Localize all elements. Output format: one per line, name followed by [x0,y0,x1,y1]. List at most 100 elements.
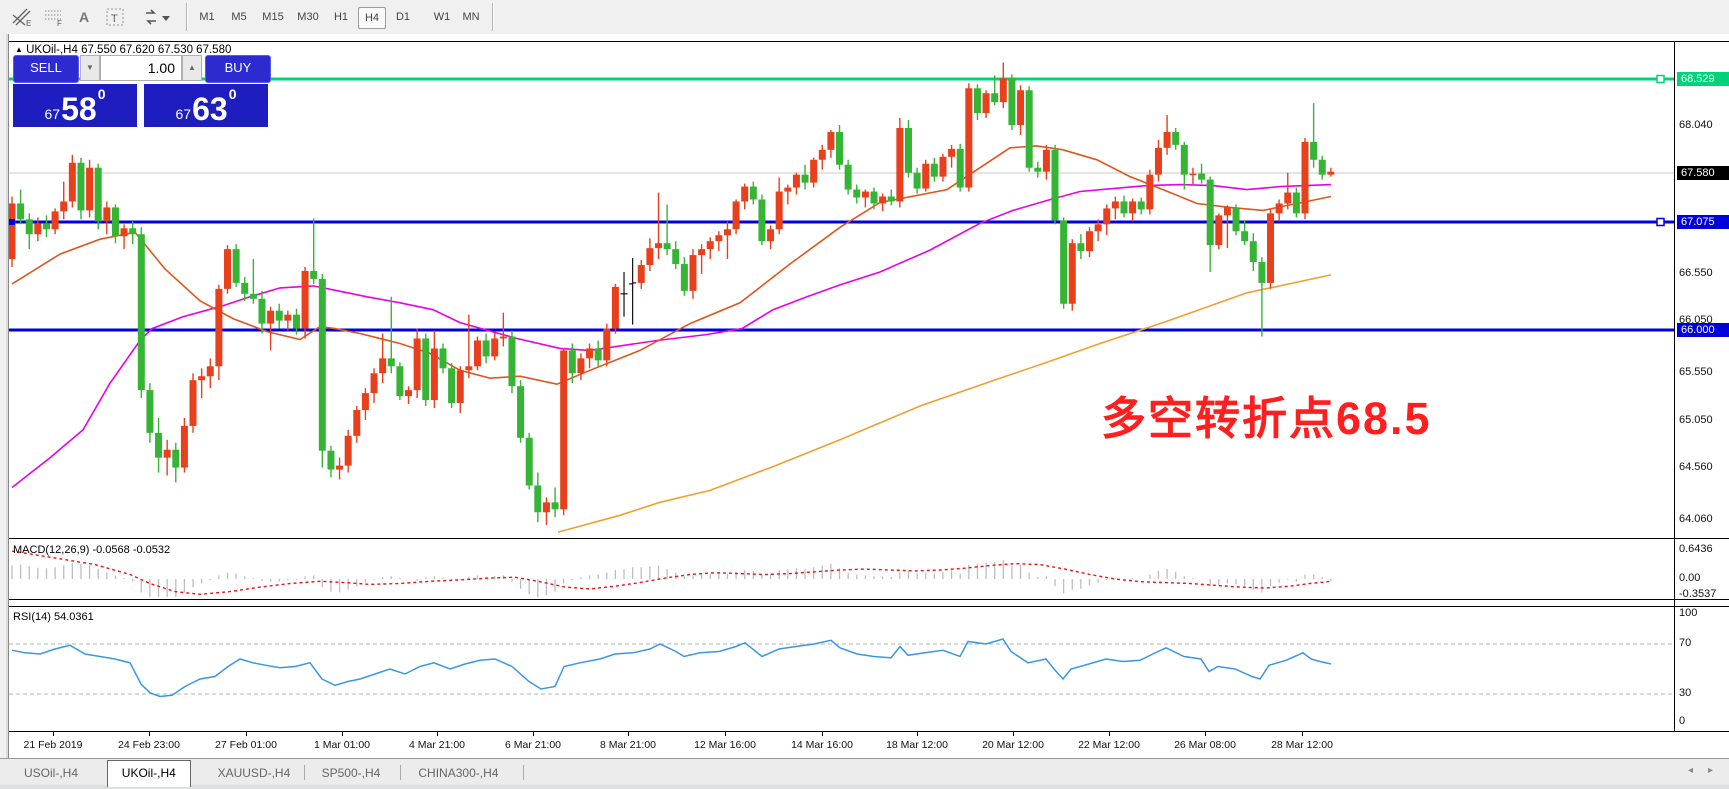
chart-tab-bar: ◂ ▸ USOil-,H4 UKOil-,H4 XAUUSD-,H4SP500-,H… [0,758,1729,786]
tf-h4[interactable]: H4 [358,7,386,29]
time-label: 14 Mar 16:00 [791,739,853,751]
rsi-tick: 0 [1679,715,1685,727]
line-handle [1657,219,1664,226]
volume-input[interactable] [100,55,182,81]
tf-h1[interactable]: H1 [330,7,352,27]
time-label: 4 Mar 21:00 [409,739,465,751]
time-label: 12 Mar 16:00 [694,739,756,751]
rsi-label: RSI(14) 54.0361 [13,611,94,623]
tf-m5[interactable]: M5 [228,7,250,27]
price-box-level-blue: 66.000 [1677,323,1729,337]
tab-separator [400,765,401,780]
toolbar-separator [492,3,493,31]
time-tick [628,732,629,736]
tab-usoilh4[interactable]: USOil-,H4 [10,761,92,785]
buy-price-sup: 0 [229,86,237,102]
time-tick [725,732,726,736]
macd-tick: 0.6436 [1679,543,1713,555]
window-edge [0,34,9,789]
crosshair-draw-icon[interactable]: E [10,6,34,28]
volume-down-button[interactable]: ▼ [80,55,100,81]
mt4-terminal: E F A T M1 M5 M15 M30 H1 H4 D1 W1 MN [0,0,1729,789]
time-label: 28 Mar 12:00 [1271,739,1333,751]
price-tick: 64.060 [1679,513,1713,525]
svg-text:T: T [111,13,118,25]
time-tick [533,732,534,736]
buy-price-display[interactable]: 67630 [144,84,268,127]
svg-text:E: E [26,19,31,27]
buy-price-big: 63 [192,94,228,124]
sell-price-prefix: 67 [45,106,61,122]
chart-annotation-text[interactable]: 多空转折点68.5 [1101,382,1432,447]
tab-separator [523,765,524,780]
line-handle [1657,76,1664,83]
text-a-icon[interactable]: A [76,6,92,28]
tab-xauusdh4[interactable]: XAUUSD-,H4 [204,761,305,785]
tab-separator [304,765,305,780]
tab-ukoilh4[interactable]: UKOil-,H4 [107,760,191,787]
tab-scroll-right-icon[interactable]: ▸ [1708,765,1713,776]
time-label: 24 Feb 23:00 [118,739,180,751]
time-tick [1013,732,1014,736]
tab-sp500h4[interactable]: SP500-,H4 [308,761,395,785]
rsi-tick: 70 [1679,637,1691,649]
time-label: 8 Mar 21:00 [600,739,656,751]
sell-button[interactable]: SELL [13,55,79,83]
tf-w1[interactable]: W1 [430,7,454,27]
price-tick: 65.550 [1679,366,1713,378]
tf-m30[interactable]: M30 [294,7,322,27]
buy-button[interactable]: BUY [205,55,271,83]
price-box-bid-price: 67.580 [1677,166,1729,180]
time-label: 22 Mar 12:00 [1078,739,1140,751]
price-box-level-blue: 67.075 [1677,215,1729,229]
macd-label: MACD(12,26,9) -0.0568 -0.0532 [13,544,170,556]
tf-mn[interactable]: MN [458,7,484,27]
rsi-pane[interactable] [9,607,1674,731]
bottom-strip [0,785,1729,789]
time-tick [822,732,823,736]
one-click-trade-panel: SELL ▼ ▲ BUY 67580 67630 [13,55,269,129]
grid-icon[interactable]: F [42,6,66,28]
text-object-icon[interactable]: T [104,6,126,28]
time-tick [246,732,247,736]
time-label: 26 Mar 08:00 [1174,739,1236,751]
tf-m15[interactable]: M15 [259,7,287,27]
price-tick: 65.050 [1679,414,1713,426]
line-handle-left [9,219,15,225]
price-tick: 68.040 [1679,119,1713,131]
toolbar: E F A T M1 M5 M15 M30 H1 H4 D1 W1 MN [0,0,1729,35]
time-label: 6 Mar 21:00 [505,739,561,751]
time-tick [917,732,918,736]
time-tick [149,732,150,736]
sell-price-big: 58 [61,94,97,124]
price-axis-line [1674,41,1675,731]
tab-scroll-left-icon[interactable]: ◂ [1688,765,1693,776]
time-tick [1205,732,1206,736]
time-label: 27 Feb 01:00 [215,739,277,751]
time-tick [1109,732,1110,736]
tf-m1[interactable]: M1 [196,7,218,27]
rsi-tick: 30 [1679,687,1691,699]
toolbar-separator [186,3,187,31]
sell-price-display[interactable]: 67580 [13,84,137,127]
collapse-triangle-icon[interactable]: ▲ [15,45,23,54]
tab-china300h4[interactable]: CHINA300-,H4 [404,761,512,785]
volume-up-button[interactable]: ▲ [182,55,202,81]
svg-text:F: F [57,19,62,27]
time-axis[interactable]: 21 Feb 201924 Feb 23:0027 Feb 01:001 Mar… [9,732,1729,758]
macd-tick: -0.3537 [1679,588,1716,600]
time-tick [53,732,54,736]
macd-pane[interactable] [9,539,1674,599]
time-tick [342,732,343,736]
tf-d1[interactable]: D1 [392,7,414,27]
time-label: 18 Mar 12:00 [886,739,948,751]
sell-price-sup: 0 [98,86,106,102]
macd-bottom-border [9,599,1729,600]
buy-price-prefix: 67 [176,106,192,122]
chart-window: ▲ UKOil-,H4 67.550 67.620 67.530 67.580 … [9,34,1729,758]
time-label: 21 Feb 2019 [24,739,83,751]
time-tick [1302,732,1303,736]
cycle-arrows-icon[interactable] [142,6,172,28]
price-tick: 64.560 [1679,461,1713,473]
price-tick: 66.550 [1679,267,1713,279]
